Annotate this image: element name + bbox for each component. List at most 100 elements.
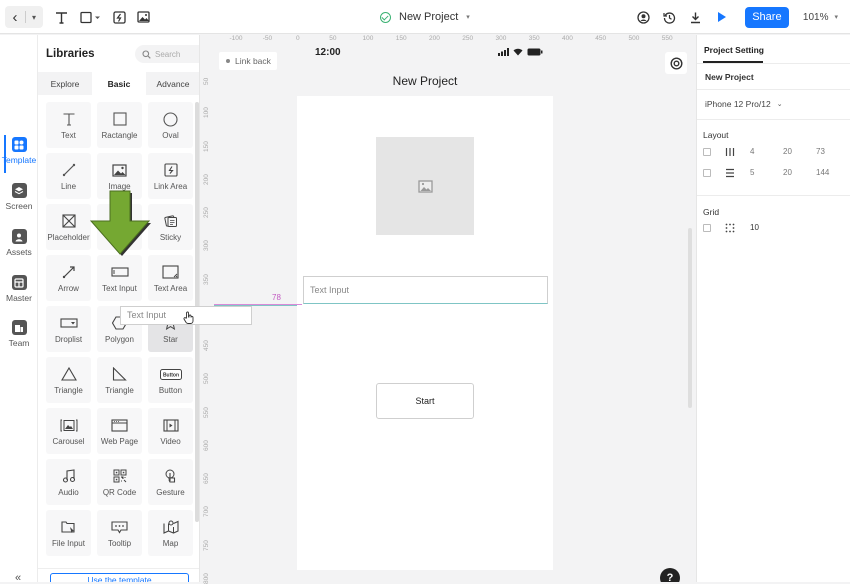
locate-button[interactable] (665, 52, 687, 74)
project-name[interactable]: New Project (705, 72, 754, 82)
hand-cursor-icon (183, 311, 194, 324)
zoom-dropdown[interactable]: 101% ▾ (803, 12, 838, 23)
tab-explore[interactable]: Explore (38, 72, 92, 95)
library-item-sticky[interactable]: Sticky (148, 204, 193, 250)
share-button[interactable]: Share (744, 6, 789, 28)
column-count[interactable]: 4 (750, 147, 754, 156)
library-item-qr-code[interactable]: QR Code (97, 459, 142, 505)
map-icon (162, 518, 180, 536)
ruler-tick-label: 550 (203, 406, 210, 418)
tab-advance[interactable]: Advance (146, 72, 199, 95)
library-item-text-area[interactable]: Text Area (148, 255, 193, 301)
green-down-arrow-icon (90, 190, 151, 256)
library-item-oval[interactable]: Oval (148, 102, 193, 148)
image-placeholder[interactable] (376, 137, 474, 235)
column-gutter[interactable]: 20 (783, 147, 792, 156)
library-item-gesture[interactable]: Gesture (148, 459, 193, 505)
divider (697, 89, 850, 90)
library-item-audio[interactable]: Audio (46, 459, 91, 505)
button-icon: Button (159, 365, 182, 383)
tab-project-setting[interactable]: Project Setting (704, 45, 764, 55)
ruler-tick-label: 150 (203, 140, 210, 152)
columns-checkbox[interactable] (703, 148, 711, 156)
library-item-droplist[interactable]: Droplist (46, 306, 91, 352)
library-item-label: QR Code (102, 488, 137, 497)
library-item-label: Ractangle (101, 131, 138, 140)
library-search-input[interactable]: Search (135, 45, 199, 63)
image-tool-icon[interactable] (136, 7, 150, 27)
grid-size[interactable]: 10 (750, 223, 759, 232)
rail-label: Template (1, 155, 37, 165)
project-title-dropdown[interactable]: New Project ▾ (380, 9, 470, 25)
library-item-web-page[interactable]: Web Page (97, 408, 142, 454)
library-item-text[interactable]: Text (46, 102, 91, 148)
chevron-left-icon[interactable]: ‹ (5, 9, 25, 26)
library-item-line[interactable]: Line (46, 153, 91, 199)
library-item-arrow[interactable]: Arrow (46, 255, 91, 301)
rail-item-template[interactable]: Template (0, 137, 38, 165)
help-button[interactable]: ? (660, 568, 680, 582)
triangle-icon (60, 365, 78, 383)
file-input-icon (60, 518, 78, 536)
canvas-scrollbar[interactable] (688, 228, 692, 408)
library-item-placeholder[interactable]: Placeholder (46, 204, 91, 250)
rail-label: Screen (5, 201, 33, 211)
design-canvas[interactable]: Link back 12:00 New Project Text Input S… (214, 45, 694, 582)
caret-down-icon[interactable]: ▾ (26, 13, 42, 22)
rectangle-tool-icon[interactable] (80, 7, 102, 27)
use-template-button[interactable]: Use the template (50, 573, 189, 582)
library-item-video[interactable]: Video (148, 408, 193, 454)
collapse-panel-button[interactable]: « (15, 572, 21, 584)
library-item-right-triangle[interactable]: Triangle (97, 357, 142, 403)
library-item-label: Video (160, 437, 181, 446)
history-icon[interactable] (657, 7, 683, 27)
row-gutter[interactable]: 20 (783, 168, 792, 177)
layout-rows-row: 5 20 144 (703, 168, 843, 180)
rail-item-team[interactable]: Team (0, 320, 38, 348)
text-input-icon (110, 263, 129, 281)
text-icon (60, 110, 78, 128)
rows-checkbox[interactable] (703, 169, 711, 177)
rail-item-screen[interactable]: Screen (0, 183, 38, 211)
library-item-button[interactable]: Button Button (148, 357, 193, 403)
row-count[interactable]: 5 (750, 168, 754, 177)
library-item-tooltip[interactable]: Tooltip (97, 510, 142, 556)
grid-checkbox[interactable] (703, 224, 711, 232)
library-item-label: Oval (162, 131, 179, 140)
ruler-tick-label: 500 (203, 373, 210, 385)
tab-basic[interactable]: Basic (92, 72, 146, 95)
saved-check-icon (380, 11, 391, 23)
phone-screen[interactable]: 12:00 New Project Text Input Start (297, 45, 553, 582)
rail-label: Assets (6, 247, 32, 257)
library-item-map[interactable]: Map (148, 510, 193, 556)
library-item-label: Button (158, 386, 183, 395)
row-height[interactable]: 144 (816, 168, 829, 177)
library-item-text-input[interactable]: Text Input (97, 255, 142, 301)
device-dropdown[interactable]: iPhone 12 Pro/12 ⌄ (705, 99, 783, 109)
text-tool-icon[interactable] (54, 7, 68, 27)
download-icon[interactable] (683, 7, 709, 27)
library-item-triangle[interactable]: Triangle (46, 357, 91, 403)
rail-item-assets[interactable]: Assets (0, 229, 38, 257)
library-item-rectangle[interactable]: Ractangle (97, 102, 142, 148)
project-settings-panel: Project Setting New Project iPhone 12 Pr… (696, 35, 850, 582)
play-icon[interactable] (709, 7, 735, 27)
columns-icon (725, 147, 735, 159)
link-back-button[interactable]: Link back (219, 52, 277, 70)
start-button[interactable]: Start (376, 383, 474, 419)
team-icon (11, 320, 27, 335)
link-area-tool-icon[interactable] (112, 7, 126, 27)
text-input-field[interactable]: Text Input (303, 276, 548, 304)
back-button-group[interactable]: ‹ ▾ (5, 6, 43, 28)
library-item-file-input[interactable]: File Input (46, 510, 91, 556)
libraries-title: Libraries (46, 48, 95, 60)
library-footer: Use the template (38, 568, 199, 582)
ruler-tick-label: 450 (595, 35, 607, 42)
library-item-label: Arrow (58, 284, 79, 293)
text-area-icon (162, 263, 180, 281)
rail-item-master[interactable]: Master (0, 275, 38, 303)
library-item-carousel[interactable]: Carousel (46, 408, 91, 454)
column-width[interactable]: 73 (816, 147, 825, 156)
user-icon[interactable] (631, 7, 657, 27)
library-item-link-area[interactable]: Link Area (148, 153, 193, 199)
